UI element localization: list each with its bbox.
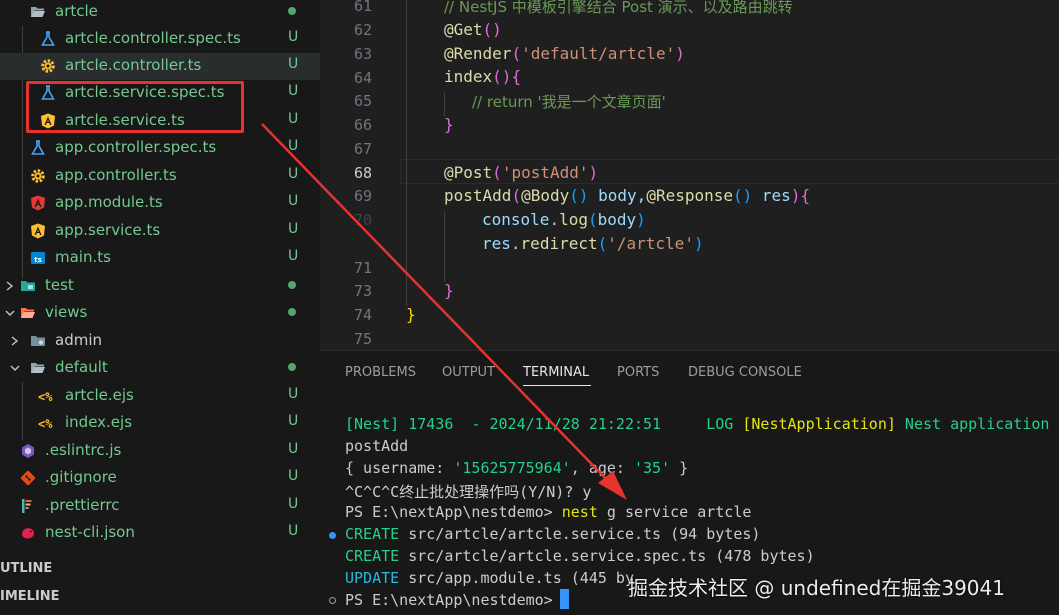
annotation-arrow	[261, 123, 627, 500]
watermark: 掘金技术社区 @ undefined在掘金39041	[628, 576, 1005, 600]
